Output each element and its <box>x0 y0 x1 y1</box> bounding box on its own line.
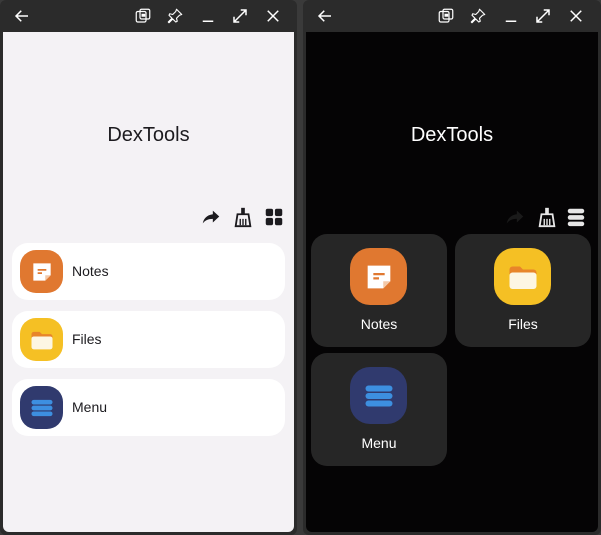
item-label: Files <box>72 331 102 347</box>
app-screen: DexTools Notes Files Menu <box>3 32 294 532</box>
minimize-icon[interactable] <box>501 6 521 26</box>
pin-icon[interactable] <box>468 6 488 26</box>
app-title: DexTools <box>410 124 494 146</box>
grid-tile-notes[interactable]: Notes <box>311 234 447 347</box>
picture-in-picture-icon[interactable] <box>436 6 456 26</box>
grid-tile-menu[interactable]: Menu <box>311 353 447 466</box>
grid-view-icon[interactable] <box>263 206 285 228</box>
right-window: DexTools Notes Files Menu <box>303 0 601 535</box>
picture-in-picture-icon[interactable] <box>133 6 153 26</box>
share-arrow-icon[interactable] <box>200 206 222 228</box>
share-arrow-icon[interactable] <box>504 206 526 228</box>
maximize-icon[interactable] <box>533 6 553 26</box>
titlebar <box>0 0 297 32</box>
menu-icon <box>350 367 407 424</box>
list-item-files[interactable]: Files <box>12 311 285 368</box>
clean-broom-icon[interactable] <box>232 206 254 228</box>
list-item-menu[interactable]: Menu <box>12 379 285 436</box>
close-icon[interactable] <box>566 6 586 26</box>
left-window: DexTools Notes Files Menu <box>0 0 297 535</box>
notes-icon <box>20 250 63 293</box>
titlebar <box>303 0 601 32</box>
back-arrow-icon[interactable] <box>12 6 32 26</box>
item-label: Menu <box>72 399 108 415</box>
tile-label: Menu <box>361 435 397 451</box>
back-arrow-icon[interactable] <box>315 6 335 26</box>
notes-icon <box>350 248 407 305</box>
tile-label: Files <box>508 316 538 332</box>
grid-tile-files[interactable]: Files <box>455 234 591 347</box>
maximize-icon[interactable] <box>230 6 250 26</box>
app-title: DexTools <box>107 124 190 146</box>
close-icon[interactable] <box>263 6 283 26</box>
folder-icon <box>494 248 551 305</box>
clean-broom-icon[interactable] <box>536 206 558 228</box>
list-item-notes[interactable]: Notes <box>12 243 285 300</box>
minimize-icon[interactable] <box>198 6 218 26</box>
pin-icon[interactable] <box>165 6 185 26</box>
item-label: Notes <box>72 263 109 279</box>
menu-icon <box>20 386 63 429</box>
app-screen: DexTools Notes Files Menu <box>306 32 598 532</box>
folder-icon <box>20 318 63 361</box>
tile-label: Notes <box>360 316 398 332</box>
list-view-icon[interactable] <box>565 206 587 228</box>
